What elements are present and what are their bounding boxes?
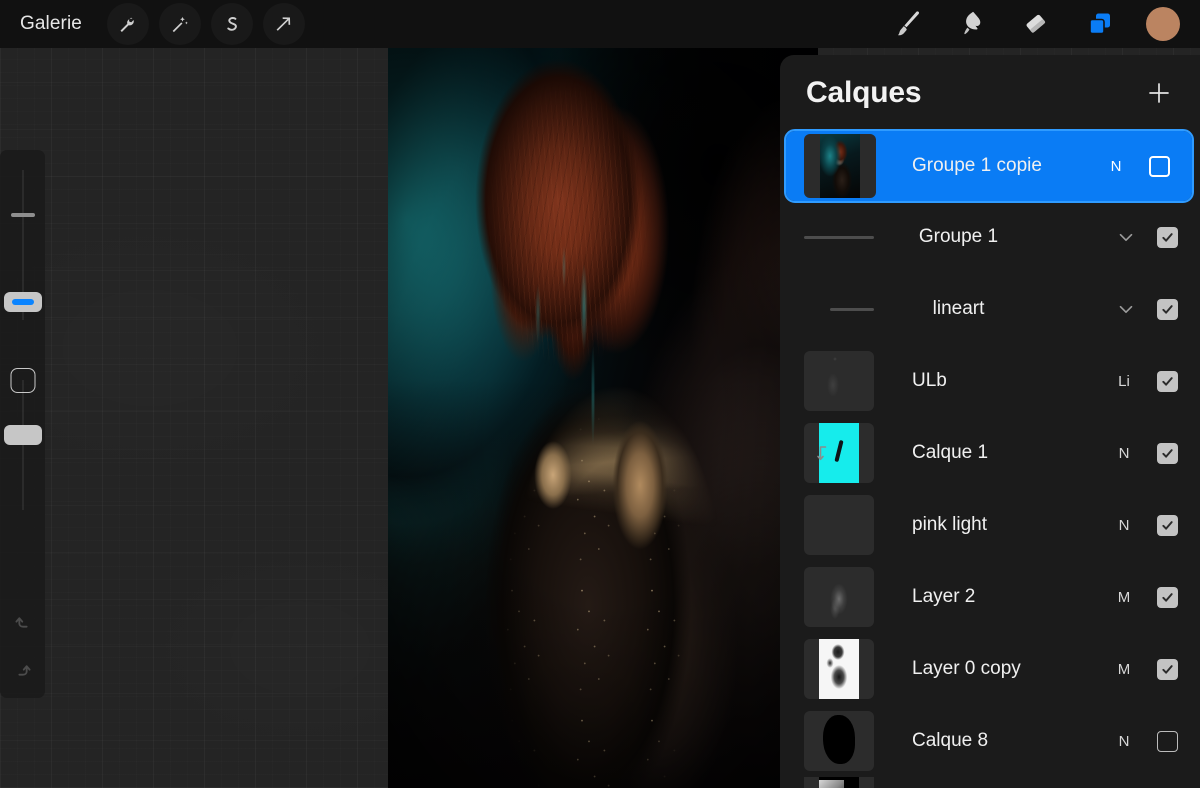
- layer-row[interactable]: ULb Li: [780, 345, 1200, 417]
- brush-opacity-slider[interactable]: [3, 425, 42, 445]
- layer-visibility-checkbox[interactable]: [1157, 370, 1178, 392]
- layer-row[interactable]: Layer 2 M: [780, 561, 1200, 633]
- undo-icon[interactable]: [10, 610, 36, 636]
- eraser-icon[interactable]: [1013, 2, 1059, 46]
- layer-thumbnail[interactable]: [804, 423, 874, 483]
- layer-visibility-checkbox[interactable]: [1149, 155, 1170, 177]
- chevron-down-icon[interactable]: [1113, 298, 1139, 320]
- group-line: [830, 307, 874, 311]
- layer-row[interactable]: lineart: [780, 273, 1200, 345]
- layer-thumbnail-image: [819, 639, 859, 699]
- top-toolbar: Galerie: [0, 0, 1200, 48]
- brush-size-indicator: [11, 299, 34, 305]
- brush-icon[interactable]: [885, 2, 931, 46]
- sidebar-slider-zone: [0, 150, 45, 540]
- magic-wand-icon[interactable]: [159, 3, 201, 45]
- layer-name: Groupe 1 copie: [912, 155, 1042, 176]
- smudge-icon[interactable]: [949, 2, 995, 46]
- layer-visibility-checkbox[interactable]: [1157, 658, 1178, 680]
- blend-mode-label[interactable]: M: [1109, 661, 1139, 678]
- top-toolbar-right-group: [876, 2, 1200, 46]
- chevron-down-icon[interactable]: [1113, 226, 1139, 248]
- clipping-mask-icon: [816, 445, 830, 461]
- blend-mode-label[interactable]: N: [1109, 733, 1139, 750]
- history-controls: [0, 610, 45, 698]
- adjustments-wrench-icon[interactable]: [107, 3, 149, 45]
- layer-visibility-checkbox[interactable]: [1157, 226, 1178, 248]
- selection-icon[interactable]: [211, 3, 253, 45]
- brush-opacity-track[interactable]: [21, 380, 24, 510]
- layer-thumbnail[interactable]: [804, 351, 874, 411]
- layers-icon[interactable]: [1077, 2, 1123, 46]
- layer-name: lineart: [932, 298, 985, 319]
- color-swatch[interactable]: [1146, 7, 1180, 41]
- layer-visibility-checkbox[interactable]: [1157, 442, 1178, 464]
- brush-size-slider[interactable]: [3, 292, 42, 312]
- blend-mode-label[interactable]: Li: [1109, 373, 1139, 390]
- layer-row[interactable]: Calque 8 N: [780, 705, 1200, 777]
- layers-panel-header: Calques: [780, 55, 1200, 131]
- layer-name: Calque 1: [912, 442, 989, 463]
- layer-thumbnail-image: [819, 711, 858, 771]
- group-line: [804, 235, 874, 239]
- layer-visibility-checkbox[interactable]: [1157, 586, 1178, 608]
- layer-name: Groupe 1: [918, 226, 999, 247]
- layer-thumbnail-image: [819, 567, 859, 627]
- layer-thumbnail[interactable]: [804, 495, 874, 555]
- layer-thumbnail-image: [819, 495, 858, 555]
- layer-row[interactable]: Layer 0 copy M: [780, 633, 1200, 705]
- layer-visibility-checkbox[interactable]: [1157, 298, 1178, 320]
- layer-name: Calque 8: [912, 730, 989, 751]
- layer-row[interactable]: Calque 1 N: [780, 417, 1200, 489]
- layer-thumbnail[interactable]: [804, 777, 874, 788]
- layer-visibility-checkbox[interactable]: [1157, 730, 1178, 752]
- layer-name: ULb: [912, 370, 947, 391]
- layers-list: Groupe 1 copie N Groupe 1 lineart ULb Li Calqu…: [780, 129, 1200, 788]
- gallery-button[interactable]: Galerie: [20, 13, 82, 35]
- layer-thumbnail[interactable]: [804, 134, 876, 198]
- layers-panel: Calques Groupe 1 copie N Groupe 1 lineart UL…: [780, 55, 1200, 788]
- group-collapse-line: [804, 307, 874, 311]
- group-collapse-line: [804, 235, 874, 239]
- blend-mode-label[interactable]: M: [1109, 589, 1139, 606]
- transform-arrow-icon[interactable]: [263, 3, 305, 45]
- blend-mode-label[interactable]: N: [1101, 158, 1131, 175]
- brush-sidebar: [0, 150, 45, 698]
- layer-thumbnail-image: [819, 777, 859, 788]
- layer-row[interactable]: [780, 777, 1200, 788]
- layer-name: Layer 0 copy: [912, 658, 1021, 679]
- layer-row[interactable]: pink light N: [780, 489, 1200, 561]
- redo-icon[interactable]: [10, 658, 36, 684]
- layer-name: Layer 2: [912, 586, 976, 607]
- blend-mode-label[interactable]: N: [1109, 445, 1139, 462]
- blend-mode-label[interactable]: N: [1109, 517, 1139, 534]
- brush-size-tick: [10, 213, 35, 217]
- layer-thumbnail[interactable]: [804, 711, 874, 771]
- artwork-canvas[interactable]: [388, 45, 818, 788]
- add-layer-button[interactable]: [1142, 76, 1176, 110]
- layer-visibility-checkbox[interactable]: [1157, 514, 1178, 536]
- layer-name: pink light: [912, 514, 987, 535]
- layers-panel-title: Calques: [806, 76, 922, 109]
- artwork-vignette: [388, 45, 818, 788]
- layer-row[interactable]: Groupe 1 copie N: [784, 129, 1194, 203]
- layer-thumbnail[interactable]: [804, 567, 874, 627]
- layer-thumbnail-image: [819, 351, 859, 411]
- layer-thumbnail-image: [819, 134, 861, 198]
- layer-row[interactable]: Groupe 1: [780, 201, 1200, 273]
- layer-thumbnail[interactable]: [804, 639, 874, 699]
